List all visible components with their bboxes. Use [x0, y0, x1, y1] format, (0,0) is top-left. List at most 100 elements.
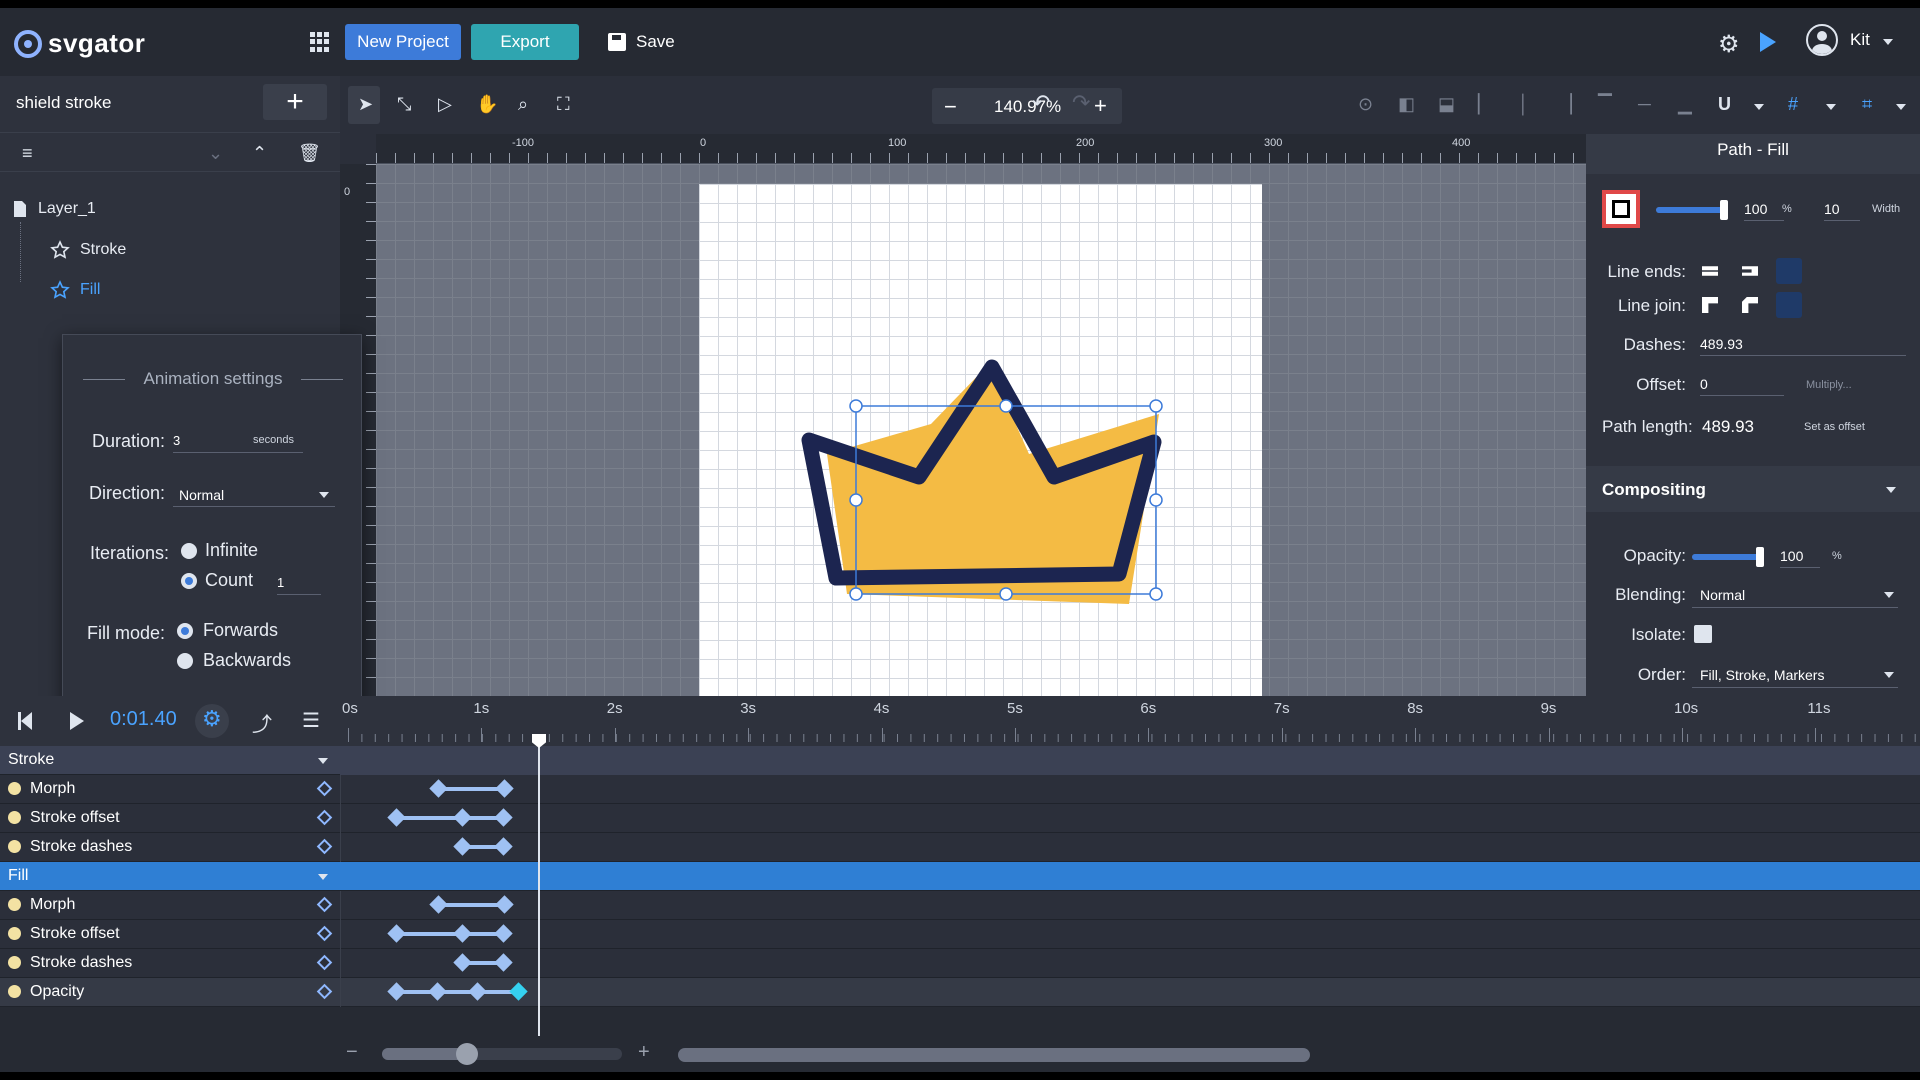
- timeline-property-row[interactable]: Stroke dashes: [0, 949, 1920, 978]
- group-collapse-chevron-down-icon[interactable]: [318, 874, 328, 880]
- preview-play-icon[interactable]: [1760, 32, 1776, 52]
- current-time[interactable]: 0:01.40: [110, 708, 177, 731]
- timeline-property-row[interactable]: Stroke offset: [0, 920, 1920, 949]
- keyframe-span[interactable]: [396, 990, 518, 994]
- timeline-zoom-out-icon[interactable]: −: [346, 1041, 358, 1064]
- round-join-icon[interactable]: [1776, 292, 1802, 318]
- fill-backwards-radio[interactable]: [177, 653, 193, 669]
- transform-tool-icon[interactable]: ⤡: [397, 94, 411, 115]
- set-as-offset-button[interactable]: Set as offset: [1804, 421, 1865, 433]
- timeline-property-row[interactable]: Stroke offset: [0, 804, 1920, 833]
- keyframe-span[interactable]: [396, 816, 503, 820]
- stroke-width-value[interactable]: 10: [1824, 201, 1860, 221]
- redo-icon[interactable]: ↷: [1072, 90, 1090, 116]
- zoom-in-icon[interactable]: +: [1094, 93, 1107, 119]
- user-name[interactable]: Kit: [1850, 30, 1870, 50]
- keyframe-span[interactable]: [438, 787, 504, 791]
- flip-vertical-icon[interactable]: ⬓: [1438, 94, 1455, 115]
- butt-cap-icon[interactable]: [1702, 266, 1718, 276]
- timeline-property-row[interactable]: Morph: [0, 775, 1920, 804]
- keyframe-span[interactable]: [438, 903, 504, 907]
- add-keyframe-icon[interactable]: [316, 780, 333, 797]
- timeline-scrollbar[interactable]: [678, 1048, 1310, 1062]
- visibility-bulb-icon[interactable]: [8, 898, 21, 911]
- square-cap-icon[interactable]: [1742, 266, 1758, 276]
- visibility-bulb-icon[interactable]: [8, 956, 21, 969]
- playhead-line[interactable]: [538, 736, 540, 1036]
- zoom-tool-icon[interactable]: ⌕: [518, 94, 528, 115]
- compositing-section-header[interactable]: Compositing: [1586, 466, 1920, 512]
- align-left-icon[interactable]: ▏: [1478, 94, 1492, 115]
- timeline-property-row[interactable]: Stroke dashes: [0, 833, 1920, 862]
- align-top-icon[interactable]: ▔: [1598, 94, 1612, 115]
- target-icon[interactable]: ⊙: [1358, 94, 1373, 115]
- align-center-icon[interactable]: │: [1518, 94, 1529, 115]
- save-button[interactable]: Save: [608, 24, 675, 60]
- align-middle-icon[interactable]: ─: [1638, 94, 1651, 115]
- opacity-value[interactable]: 100: [1780, 548, 1820, 568]
- fill-backwards-label[interactable]: Backwards: [203, 650, 291, 671]
- stroke-opacity-value[interactable]: 100: [1744, 201, 1784, 221]
- add-keyframe-icon[interactable]: [316, 983, 333, 1000]
- skip-to-start-icon[interactable]: [21, 712, 32, 730]
- layer-item[interactable]: Layer_1: [12, 200, 96, 218]
- timeline-group-row[interactable]: Stroke: [0, 746, 1920, 775]
- iterations-count-label[interactable]: Count: [205, 570, 253, 591]
- add-keyframe-icon[interactable]: [316, 925, 333, 942]
- fit-screen-icon[interactable]: ⛶: [557, 94, 570, 115]
- delete-trash-icon[interactable]: 🗑: [298, 143, 321, 164]
- iterations-infinite-radio[interactable]: [181, 543, 197, 559]
- multiply-field[interactable]: Multiply...: [1806, 379, 1852, 391]
- add-keyframe-icon[interactable]: [316, 809, 333, 826]
- hand-tool-icon[interactable]: ✋: [476, 94, 498, 115]
- apps-grid-icon[interactable]: [310, 32, 330, 52]
- svgator-logo[interactable]: svgator: [14, 28, 145, 59]
- round-cap-icon[interactable]: [1776, 258, 1802, 284]
- grid-icon[interactable]: #: [1788, 94, 1798, 115]
- grid-chevron-down-icon[interactable]: [1826, 104, 1836, 110]
- timeline-zoom-in-icon[interactable]: +: [638, 1041, 650, 1064]
- zoom-level[interactable]: 140.97%: [994, 97, 1061, 117]
- timeline-settings-icon[interactable]: ☰: [302, 708, 320, 733]
- canvas-workspace[interactable]: [376, 164, 1586, 696]
- flip-horizontal-icon[interactable]: ◧: [1398, 94, 1415, 115]
- visibility-bulb-icon[interactable]: [8, 985, 21, 998]
- easing-curve-icon[interactable]: ⤴: [252, 708, 272, 737]
- undo-icon[interactable]: ↶: [1032, 90, 1050, 116]
- visibility-bulb-icon[interactable]: [8, 840, 21, 853]
- guides-chevron-down-icon[interactable]: [1896, 104, 1906, 110]
- artboard[interactable]: [699, 184, 1262, 696]
- keyframe-span[interactable]: [396, 932, 503, 936]
- crown-artwork[interactable]: [699, 184, 1262, 696]
- group-collapse-chevron-down-icon[interactable]: [318, 758, 328, 764]
- new-project-button[interactable]: New Project: [345, 24, 461, 60]
- isolate-checkbox[interactable]: [1694, 625, 1712, 643]
- align-bottom-icon[interactable]: ▁: [1678, 94, 1692, 115]
- add-keyframe-icon[interactable]: [316, 838, 333, 855]
- dashes-input[interactable]: 489.93: [1700, 336, 1906, 356]
- animation-settings-gear-icon[interactable]: ⚙: [202, 706, 222, 732]
- timeline-group-row[interactable]: Fill: [0, 862, 1920, 891]
- ruler-guides-icon[interactable]: ⌗: [1862, 94, 1872, 115]
- align-right-icon[interactable]: ▕: [1558, 94, 1572, 115]
- project-name[interactable]: shield stroke: [16, 93, 111, 113]
- select-arrow-icon[interactable]: ➤: [358, 94, 373, 115]
- offset-input[interactable]: 0: [1700, 376, 1784, 396]
- stroke-color-swatch[interactable]: [1602, 190, 1640, 228]
- snapping-magnet-icon[interactable]: U: [1718, 94, 1731, 115]
- add-keyframe-icon[interactable]: [316, 896, 333, 913]
- add-element-button[interactable]: +: [263, 84, 327, 120]
- move-up-chevron-icon[interactable]: ⌃: [252, 143, 267, 164]
- visibility-bulb-icon[interactable]: [8, 782, 21, 795]
- fill-forwards-label[interactable]: Forwards: [203, 620, 278, 641]
- user-avatar[interactable]: [1806, 24, 1838, 56]
- timeline-ruler[interactable]: 0s 1s 2s 3s 4s 5s 6s 7s 8s 9s 10s 11s: [340, 696, 1920, 746]
- layer-item-stroke[interactable]: Stroke: [50, 240, 126, 260]
- export-button[interactable]: Export: [471, 24, 579, 60]
- play-icon[interactable]: [70, 712, 84, 730]
- layers-menu-icon[interactable]: ≡: [22, 143, 33, 164]
- stroke-opacity-slider[interactable]: [1656, 200, 1728, 220]
- iterations-count-radio[interactable]: [181, 573, 197, 589]
- node-tool-icon[interactable]: ▷: [438, 94, 452, 115]
- miter-join-icon[interactable]: [1702, 297, 1718, 313]
